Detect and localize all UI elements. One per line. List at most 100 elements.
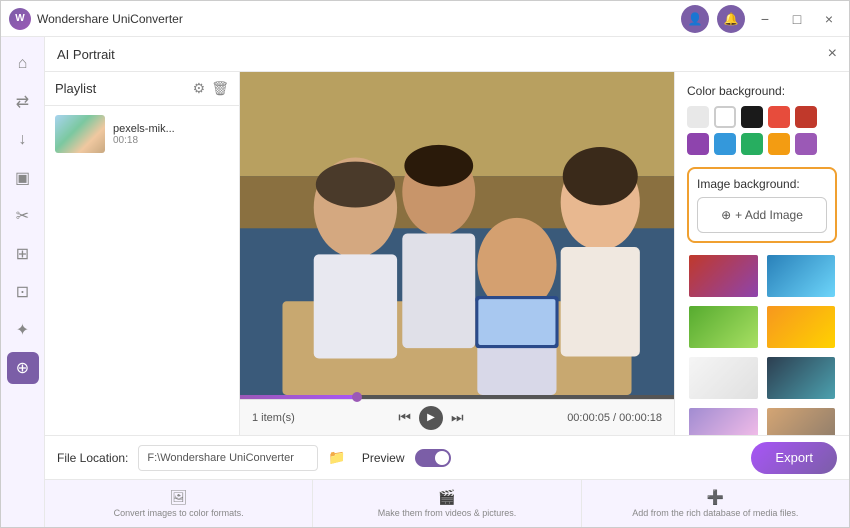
bottom-nav: 🖼 Convert images to color formats. 🎬 Mak… bbox=[45, 479, 849, 527]
title-bar: W Wondershare UniConverter 👤 🔔 − □ × bbox=[1, 1, 849, 37]
bottom-nav-item-3[interactable]: ➕ Add from the rich database of media fi… bbox=[582, 480, 849, 527]
play-button[interactable]: ▶ bbox=[419, 406, 443, 430]
file-location-label: File Location: bbox=[57, 451, 128, 465]
sidebar-icon-screen[interactable]: ▣ bbox=[7, 162, 39, 194]
color-swatch-white[interactable] bbox=[714, 106, 736, 128]
progress-fill bbox=[240, 395, 357, 399]
img-thumb-5[interactable] bbox=[687, 355, 760, 401]
sidebar-icon-cut[interactable]: ✂ bbox=[7, 200, 39, 232]
playlist-panel: Playlist ⚙ 🗑 bbox=[45, 72, 240, 435]
maximize-button[interactable]: □ bbox=[785, 7, 809, 31]
sidebar-icon-toolbox[interactable]: ⊕ bbox=[7, 352, 39, 384]
time-display: 00:00:05 / 00:00:18 bbox=[567, 412, 662, 424]
panel-body: Playlist ⚙ 🗑 bbox=[45, 72, 849, 435]
minimize-button[interactable]: − bbox=[753, 7, 777, 31]
img-thumb-3[interactable] bbox=[687, 304, 760, 350]
list-item[interactable]: pexels-mik... 00:18 bbox=[49, 110, 235, 158]
add-image-label: + Add Image bbox=[735, 208, 803, 222]
sidebar-icon-convert[interactable]: ⇄ bbox=[7, 86, 39, 118]
color-swatch-purple[interactable] bbox=[687, 133, 709, 155]
color-swatch-green[interactable] bbox=[741, 133, 763, 155]
playlist-items: pexels-mik... 00:18 bbox=[45, 106, 239, 435]
sidebar-icon-merge[interactable]: ⊞ bbox=[7, 238, 39, 270]
playlist-item-info: pexels-mik... 00:18 bbox=[113, 123, 229, 146]
playlist-title: Playlist bbox=[55, 81, 96, 96]
color-swatch-red[interactable] bbox=[768, 106, 790, 128]
plus-icon: ⊕ bbox=[721, 208, 731, 222]
prev-button[interactable]: ⏮ bbox=[398, 409, 411, 426]
video-frame bbox=[240, 72, 674, 395]
sidebar: ⌂ ⇄ ↓ ▣ ✂ ⊞ ⊡ ✦ ⊕ bbox=[1, 37, 45, 527]
sidebar-icon-home[interactable]: ⌂ bbox=[7, 48, 39, 80]
playlist-thumbnail bbox=[55, 115, 105, 153]
app-body: ⌂ ⇄ ↓ ▣ ✂ ⊞ ⊡ ✦ ⊕ AI Portrait × bbox=[1, 37, 849, 527]
item-count: 1 item(s) bbox=[252, 412, 295, 424]
image-thumbnails bbox=[687, 253, 837, 435]
color-swatch-blue[interactable] bbox=[714, 133, 736, 155]
add-image-button[interactable]: ⊕ + Add Image bbox=[697, 197, 827, 233]
playlist-item-duration: 00:18 bbox=[113, 135, 229, 146]
folder-icon[interactable]: 📁 bbox=[328, 449, 345, 466]
bottom-nav-item-2[interactable]: 🎬 Make them from videos & pictures. bbox=[313, 480, 581, 527]
playlist-actions: ⚙ 🗑 bbox=[193, 80, 229, 97]
sidebar-icon-compress[interactable]: ⊡ bbox=[7, 276, 39, 308]
export-button[interactable]: Export bbox=[751, 442, 837, 474]
right-panel: Color background: bbox=[674, 72, 849, 435]
title-bar-right: 👤 🔔 − □ × bbox=[681, 5, 841, 33]
user-icon[interactable]: 👤 bbox=[681, 5, 709, 33]
image-background-box: Image background: ⊕ + Add Image bbox=[687, 167, 837, 243]
bottom-nav-icon-1: 🖼 bbox=[170, 489, 188, 506]
playlist-header: Playlist ⚙ 🗑 bbox=[45, 72, 239, 106]
preview-toggle[interactable] bbox=[415, 449, 451, 467]
panel-header: AI Portrait × bbox=[45, 37, 849, 72]
color-swatch-lightgray[interactable] bbox=[687, 106, 709, 128]
control-buttons: ⏮ ▶ ⏭ bbox=[398, 406, 463, 430]
bottom-nav-item-1[interactable]: 🖼 Convert images to color formats. bbox=[45, 480, 313, 527]
playlist-delete-icon[interactable]: 🗑 bbox=[211, 80, 229, 97]
ai-portrait-panel: AI Portrait × Playlist ⚙ 🗑 bbox=[45, 37, 849, 479]
bottom-nav-icon-3: ➕ bbox=[707, 489, 724, 506]
bottom-nav-text-3: Add from the rich database of media file… bbox=[632, 508, 798, 519]
color-swatch-darkred[interactable] bbox=[795, 106, 817, 128]
playlist-thumb-image bbox=[55, 115, 105, 153]
notification-icon[interactable]: 🔔 bbox=[717, 5, 745, 33]
bottom-bar: File Location: 📁 Preview Export bbox=[45, 435, 849, 479]
window-close-button[interactable]: × bbox=[817, 7, 841, 31]
panel-title: AI Portrait bbox=[57, 47, 115, 62]
video-area: 1 item(s) ⏮ ▶ ⏭ 00:00:05 / 00:00:18 bbox=[240, 72, 674, 435]
image-background-label: Image background: bbox=[697, 177, 827, 191]
img-thumb-1[interactable] bbox=[687, 253, 760, 299]
bottom-nav-icon-2: 🎬 bbox=[438, 489, 455, 506]
video-controls: 1 item(s) ⏮ ▶ ⏭ 00:00:05 / 00:00:18 bbox=[240, 399, 674, 435]
video-content-svg bbox=[240, 72, 674, 395]
color-swatch-black[interactable] bbox=[741, 106, 763, 128]
video-background bbox=[240, 72, 674, 395]
app-logo: W bbox=[9, 8, 31, 30]
file-path-input[interactable] bbox=[138, 445, 318, 471]
next-button[interactable]: ⏭ bbox=[451, 409, 464, 426]
img-thumb-7[interactable] bbox=[687, 406, 760, 435]
color-swatch-orange[interactable] bbox=[768, 133, 790, 155]
sidebar-icon-effects[interactable]: ✦ bbox=[7, 314, 39, 346]
title-bar-left: W Wondershare UniConverter bbox=[9, 8, 681, 30]
color-swatches bbox=[687, 106, 837, 155]
bottom-nav-text-1: Convert images to color formats. bbox=[114, 508, 244, 519]
toggle-knob bbox=[435, 451, 449, 465]
app-window: W Wondershare UniConverter 👤 🔔 − □ × ⌂ ⇄… bbox=[0, 0, 850, 528]
playlist-item-name: pexels-mik... bbox=[113, 123, 229, 135]
bottom-nav-text-2: Make them from videos & pictures. bbox=[378, 508, 517, 519]
img-thumb-6[interactable] bbox=[765, 355, 838, 401]
sidebar-icon-download[interactable]: ↓ bbox=[7, 124, 39, 156]
app-title: Wondershare UniConverter bbox=[37, 12, 183, 26]
color-swatch-violet[interactable] bbox=[795, 133, 817, 155]
playlist-settings-icon[interactable]: ⚙ bbox=[193, 80, 206, 97]
panel-close-button[interactable]: × bbox=[828, 45, 837, 63]
img-thumb-2[interactable] bbox=[765, 253, 838, 299]
video-progress-bar[interactable] bbox=[240, 395, 674, 399]
preview-label: Preview bbox=[362, 451, 405, 465]
color-background-label: Color background: bbox=[687, 84, 837, 98]
img-thumb-4[interactable] bbox=[765, 304, 838, 350]
content-area: AI Portrait × Playlist ⚙ 🗑 bbox=[45, 37, 849, 527]
export-label: Export bbox=[775, 450, 813, 465]
img-thumb-8[interactable] bbox=[765, 406, 838, 435]
